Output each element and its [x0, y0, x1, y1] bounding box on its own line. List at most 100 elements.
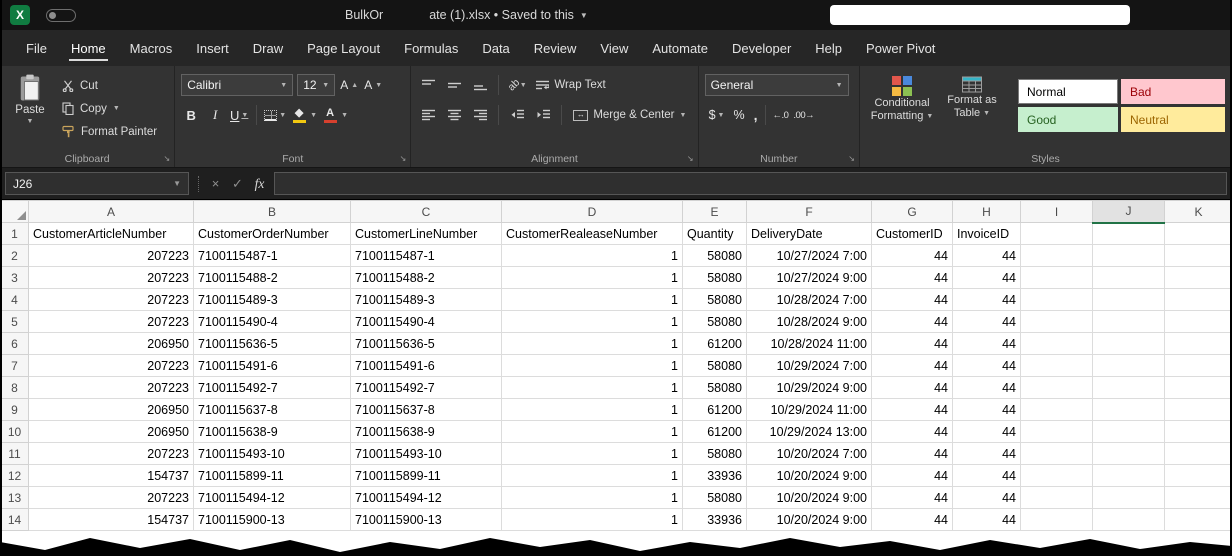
cell-E12[interactable]: 33936	[683, 465, 747, 487]
cell-I10[interactable]	[1021, 421, 1093, 443]
cell-C9[interactable]: 7100115637-8	[351, 399, 502, 421]
cell-H4[interactable]: 44	[953, 289, 1021, 311]
comma-style-button[interactable]: ,	[750, 105, 762, 125]
tab-data[interactable]: Data	[470, 30, 521, 66]
cell-G6[interactable]: 44	[872, 333, 953, 355]
cell-H9[interactable]: 44	[953, 399, 1021, 421]
top-align-button[interactable]	[417, 75, 439, 95]
column-header-H[interactable]: H	[953, 201, 1021, 223]
cell-C5[interactable]: 7100115490-4	[351, 311, 502, 333]
row-header-10[interactable]: 10	[1, 421, 29, 443]
cell-C11[interactable]: 7100115493-10	[351, 443, 502, 465]
tab-developer[interactable]: Developer	[720, 30, 803, 66]
cell-D7[interactable]: 1	[502, 355, 683, 377]
accounting-format-button[interactable]: $▼	[705, 105, 729, 125]
cell-I6[interactable]	[1021, 333, 1093, 355]
cell-C6[interactable]: 7100115636-5	[351, 333, 502, 355]
cell-A11[interactable]: 207223	[29, 443, 194, 465]
row-header-7[interactable]: 7	[1, 355, 29, 377]
select-all-button[interactable]	[1, 201, 29, 223]
cell-C7[interactable]: 7100115491-6	[351, 355, 502, 377]
cell-B13[interactable]: 7100115494-12	[194, 487, 351, 509]
cell-D3[interactable]: 1	[502, 267, 683, 289]
cell-F8[interactable]: 10/29/2024 9:00	[747, 377, 872, 399]
cell-style-neutral[interactable]: Neutral	[1121, 107, 1225, 132]
cell-E14[interactable]: 33936	[683, 509, 747, 531]
cell-style-normal[interactable]: Normal	[1018, 79, 1118, 104]
orientation-button[interactable]: ab▼	[506, 75, 528, 95]
column-header-G[interactable]: G	[872, 201, 953, 223]
cell-I2[interactable]	[1021, 245, 1093, 267]
cell-F12[interactable]: 10/20/2024 9:00	[747, 465, 872, 487]
font-dialog-launcher[interactable]: ↘	[400, 155, 407, 163]
row-header-6[interactable]: 6	[1, 333, 29, 355]
cell-E9[interactable]: 61200	[683, 399, 747, 421]
decrease-font-size-button[interactable]: A▼	[363, 75, 383, 95]
row-header-1[interactable]: 1	[1, 223, 29, 245]
cell-B5[interactable]: 7100115490-4	[194, 311, 351, 333]
cell-H8[interactable]: 44	[953, 377, 1021, 399]
row-header-9[interactable]: 9	[1, 399, 29, 421]
align-left-button[interactable]	[417, 105, 439, 125]
cell-I11[interactable]	[1021, 443, 1093, 465]
column-header-I[interactable]: I	[1021, 201, 1093, 223]
cell-K1[interactable]	[1165, 223, 1232, 245]
cell-H12[interactable]: 44	[953, 465, 1021, 487]
cell-D10[interactable]: 1	[502, 421, 683, 443]
cell-A8[interactable]: 207223	[29, 377, 194, 399]
cell-B3[interactable]: 7100115488-2	[194, 267, 351, 289]
cell-J6[interactable]	[1093, 333, 1165, 355]
cell-A12[interactable]: 154737	[29, 465, 194, 487]
cell-K9[interactable]	[1165, 399, 1232, 421]
row-header-4[interactable]: 4	[1, 289, 29, 311]
cell-I13[interactable]	[1021, 487, 1093, 509]
cell-G10[interactable]: 44	[872, 421, 953, 443]
copy-button[interactable]: Copy ▼	[62, 99, 157, 118]
merge-center-button[interactable]: ↔ Merge & Center ▼	[573, 105, 686, 125]
cell-G4[interactable]: 44	[872, 289, 953, 311]
cell-E4[interactable]: 58080	[683, 289, 747, 311]
cell-H6[interactable]: 44	[953, 333, 1021, 355]
cell-K5[interactable]	[1165, 311, 1232, 333]
cell-I1[interactable]	[1021, 223, 1093, 245]
tab-automate[interactable]: Automate	[640, 30, 720, 66]
excel-app-icon[interactable]: X	[10, 5, 30, 25]
insert-function-icon[interactable]: fx	[252, 176, 267, 192]
cell-I12[interactable]	[1021, 465, 1093, 487]
fill-color-button[interactable]: ◆ ▼	[290, 105, 317, 125]
cell-B12[interactable]: 7100115899-11	[194, 465, 351, 487]
cell-K3[interactable]	[1165, 267, 1232, 289]
cell-C14[interactable]: 7100115900-13	[351, 509, 502, 531]
cell-E6[interactable]: 61200	[683, 333, 747, 355]
cell-D9[interactable]: 1	[502, 399, 683, 421]
cell-G1[interactable]: CustomerID	[872, 223, 953, 245]
cell-K7[interactable]	[1165, 355, 1232, 377]
row-header-8[interactable]: 8	[1, 377, 29, 399]
cell-B1[interactable]: CustomerOrderNumber	[194, 223, 351, 245]
underline-button[interactable]: U▼	[229, 105, 249, 125]
tab-home[interactable]: Home	[59, 30, 118, 66]
cell-H1[interactable]: InvoiceID	[953, 223, 1021, 245]
tab-help[interactable]: Help	[803, 30, 854, 66]
cell-A4[interactable]: 207223	[29, 289, 194, 311]
cell-G14[interactable]: 44	[872, 509, 953, 531]
cell-F6[interactable]: 10/28/2024 11:00	[747, 333, 872, 355]
cell-C13[interactable]: 7100115494-12	[351, 487, 502, 509]
cell-E13[interactable]: 58080	[683, 487, 747, 509]
cell-B9[interactable]: 7100115637-8	[194, 399, 351, 421]
cell-J11[interactable]	[1093, 443, 1165, 465]
tab-power-pivot[interactable]: Power Pivot	[854, 30, 947, 66]
align-right-button[interactable]	[469, 105, 491, 125]
cell-C4[interactable]: 7100115489-3	[351, 289, 502, 311]
format-painter-button[interactable]: Format Painter	[62, 122, 157, 141]
number-format-select[interactable]: General ▼	[705, 74, 849, 96]
cell-A10[interactable]: 206950	[29, 421, 194, 443]
cell-D13[interactable]: 1	[502, 487, 683, 509]
cell-J3[interactable]	[1093, 267, 1165, 289]
align-center-button[interactable]	[443, 105, 465, 125]
cell-D5[interactable]: 1	[502, 311, 683, 333]
decrease-decimal-button[interactable]: .00→	[791, 105, 816, 125]
cell-E3[interactable]: 58080	[683, 267, 747, 289]
cell-F9[interactable]: 10/29/2024 11:00	[747, 399, 872, 421]
cell-K13[interactable]	[1165, 487, 1232, 509]
